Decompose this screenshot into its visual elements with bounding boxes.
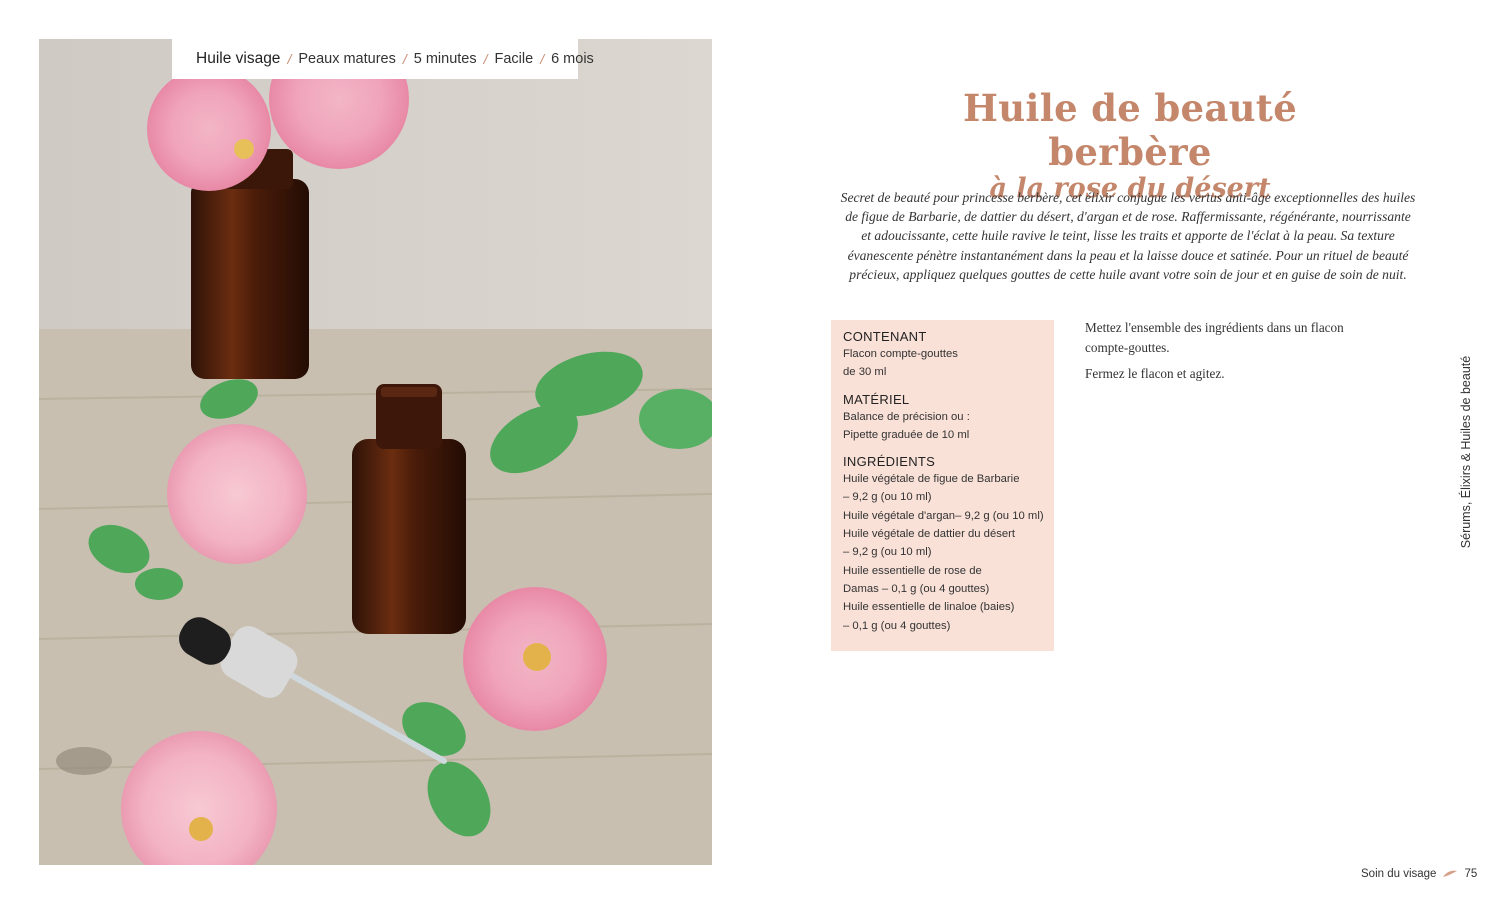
material-section: MATÉRIEL Balance de précision ou : Pipet… [843,391,1048,445]
recipe-intro: Secret de beauté pour princesse berbère,… [830,188,1426,284]
ingredient-line: Huile végétale d'argan– 9,2 g (ou 10 ml) [843,509,1044,522]
separator-icon: / [287,51,292,67]
title-line-1: Huile de beauté berbère [962,86,1298,174]
intro-line: précieux, appliquez quelques gouttes de … [849,266,1407,282]
ingredient-line: – 9,2 g (ou 10 ml) [843,491,932,504]
material-heading: MATÉRIEL [843,391,910,407]
separator-icon: / [402,51,407,67]
ingredients-section: INGRÉDIENTS Huile végétale de figue de B… [843,453,1048,635]
step-text: Mettez l'ensemble des ingrédients dans u… [1085,320,1344,355]
intro-line: évanescente pénètre instantanément dans … [847,247,1409,263]
separator-icon: / [540,51,545,67]
page-number: 75 [1464,868,1478,880]
tag-skin-type: Peaux matures [298,51,396,67]
tag-category: Huile visage [196,50,281,67]
leaf-icon [1443,870,1458,877]
ingredient-line: – 9,2 g (ou 10 ml) [843,546,932,559]
recipe-steps: Mettez l'ensemble des ingrédients dans u… [1085,318,1347,391]
ingredients-heading: INGRÉDIENTS [843,454,936,470]
ingredient-line: Huile végétale de dattier du désert [843,528,1016,541]
intro-line: Secret de beauté pour princesse berbère,… [840,190,1416,205]
tag-prep-time: 5 minutes [413,51,477,67]
wood-knot [56,747,112,775]
container-line: Flacon compte-gouttes [843,348,958,360]
recipe-tags: Huile visage / Peaux matures / 5 minutes… [172,39,594,79]
tag-shelf-life: 6 mois [551,51,594,67]
intro-line: et adoucissante, cette huile ravive le t… [861,228,1395,244]
ingredient-line: – 0,1 g (ou 4 gouttes) [843,619,951,632]
recipe-photo [39,39,712,865]
container-heading: CONTENANT [843,329,927,344]
intro-line: de figue de Barbarie, de dattier du dése… [845,209,1411,225]
chapter-title: Sérums, Élixirs & Huiles de beauté [1459,355,1473,549]
photo-illustration [39,39,712,865]
container-section: CONTENANT Flacon compte-gouttes de 30 ml [843,328,1048,382]
ingredient-line: Huile essentielle de rose de [843,564,982,577]
ingredients-box: CONTENANT Flacon compte-gouttes de 30 ml… [831,320,1054,651]
ingredient-line: Huile végétale de figue de Barbarie [843,473,1020,486]
separator-icon: / [483,51,488,67]
page-footer: Soin du visage 75 [1361,866,1477,882]
step-text: Fermez le flacon et agitez. [1085,366,1225,381]
footer-section: Soin du visage [1361,868,1437,880]
ingredient-line: Damas – 0,1 g (ou 4 gouttes) [843,582,990,595]
material-line: Pipette graduée de 10 ml [843,428,970,441]
material-line: Balance de précision ou : [843,410,970,423]
tag-difficulty: Facile [494,51,534,67]
ingredient-line: Huile essentielle de linaloe (baies) [843,601,1015,614]
container-line: de 30 ml [843,366,887,379]
